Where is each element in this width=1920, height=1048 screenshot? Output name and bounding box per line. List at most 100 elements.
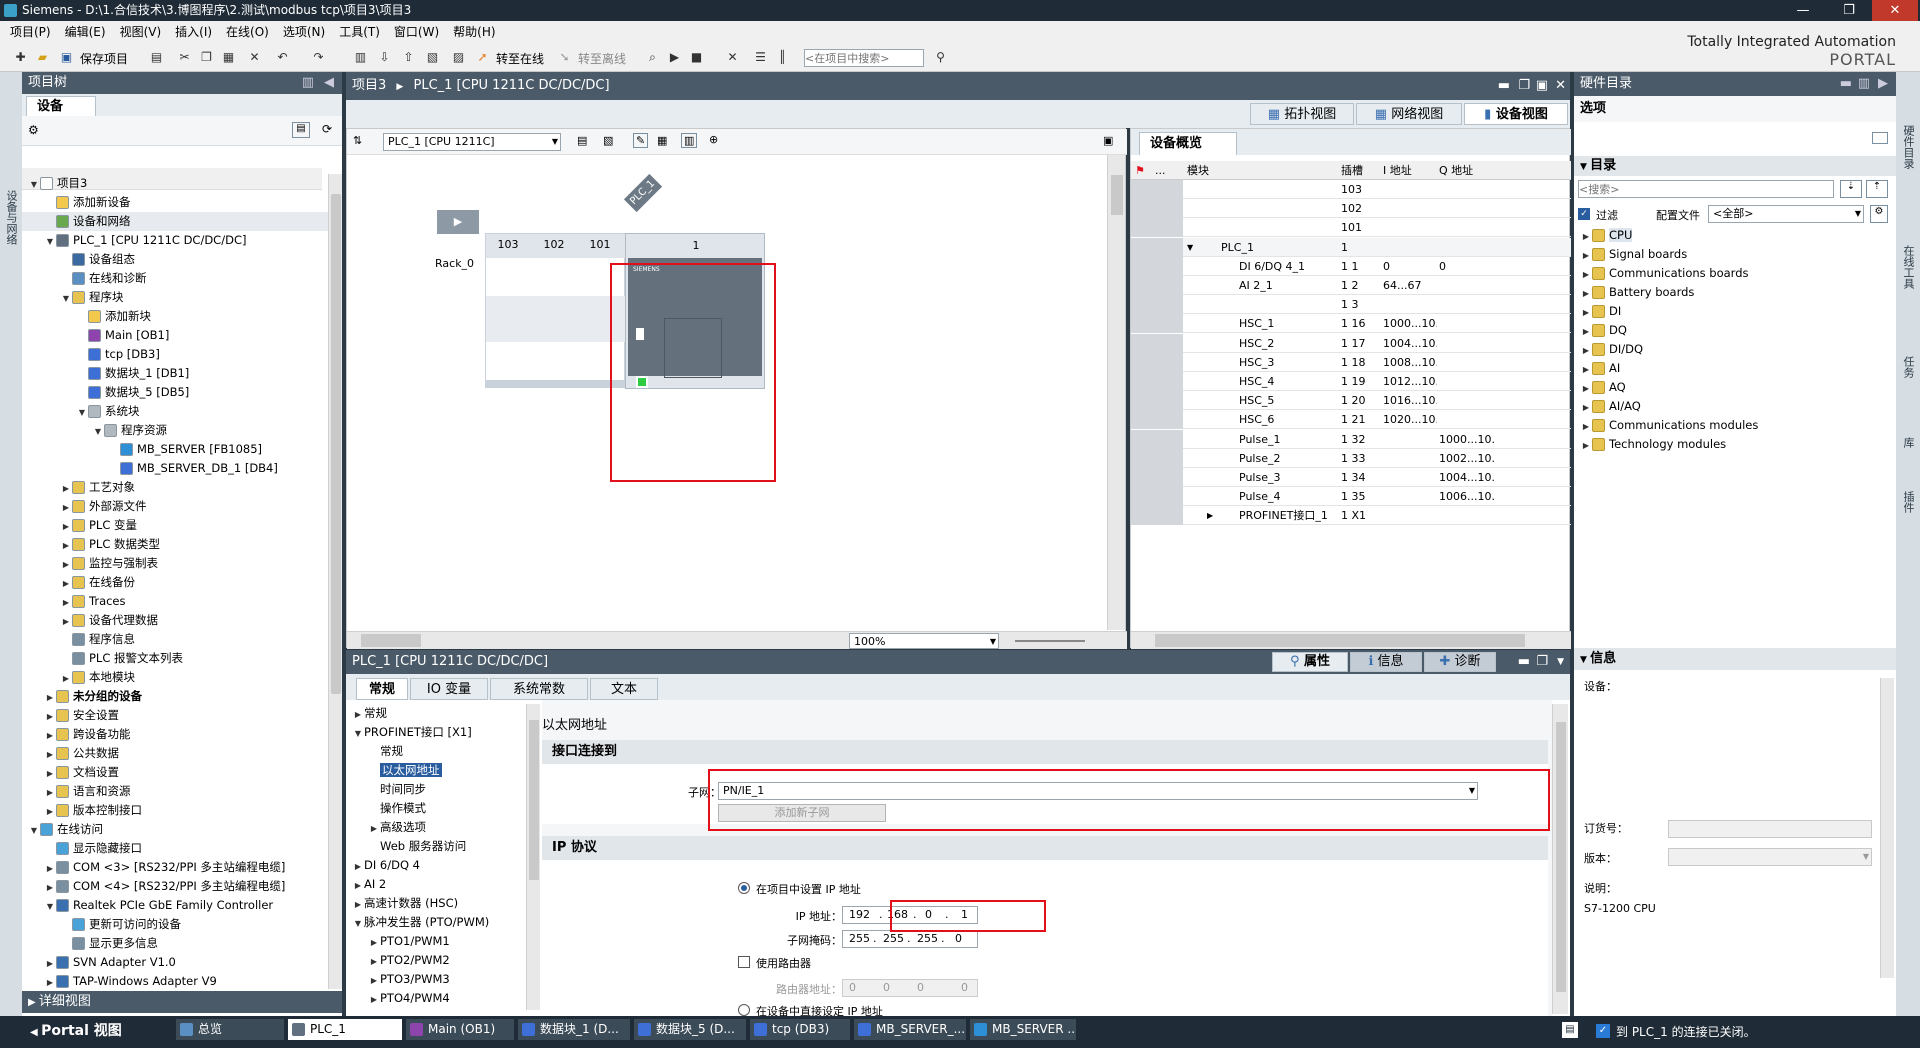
devices-networks-side-tab[interactable]: 设备与网络 [3,172,19,262]
collapsed-chevron-icon[interactable]: ▶ [368,990,380,1009]
tree-item[interactable]: ▼ 项目3 [22,174,328,193]
tree-item[interactable]: ▶ COM <3> [RS232/PPI 多主站编程电缆] [22,858,328,877]
overview-row[interactable]: AI 2_1 1 2 64...67 [1131,276,1571,295]
collapsed-chevron-icon[interactable]: ▶ [1207,506,1213,525]
overview-column-header[interactable]: 模块 [1187,161,1337,180]
cut-icon[interactable]: ✂ [176,49,193,66]
portal-view-button[interactable]: ◀ Portal 视图 [30,1020,122,1040]
props-nav-item[interactable]: ▶ PTO4/PWM4 [346,989,450,1008]
tree-item[interactable]: 显示隐藏接口 [22,839,328,858]
props-nav-item[interactable]: 操作模式 [346,799,426,818]
search-down-icon[interactable]: ⇣ [1840,180,1862,198]
tree-item[interactable]: ▼ PLC_1 [CPU 1211C DC/DC/DC] [22,231,328,250]
tree-item[interactable]: ▶ 外部源文件 [22,497,328,516]
props-collapse-icon[interactable]: ▼ [1557,650,1564,674]
props-nav-item[interactable]: ▶ 高速计数器 (HSC) [346,894,458,913]
collapsed-chevron-icon[interactable]: ▶ [44,707,56,726]
hardware-catalog-side-tab[interactable]: 硬件目录 [1900,102,1916,192]
catalog-collapse-icon[interactable]: ▶ [1878,72,1888,96]
tasks-side-tab[interactable]: 任务 [1900,332,1916,402]
breadcrumb-project[interactable]: 项目3 [352,78,386,93]
props-nav-item[interactable]: ▼ PROFINET接口 [X1] [346,723,472,742]
catalog-item[interactable]: ▶ Technology modules [1574,435,1726,454]
device-view-tab[interactable]: ▮ 设备视图 [1464,103,1568,125]
device-overview-tab[interactable]: 设备概览 [1139,132,1237,155]
collapsed-chevron-icon[interactable]: ▶ [1580,360,1592,379]
expanded-chevron-icon[interactable]: ▼ [28,821,40,840]
open-project-icon[interactable]: ▰ [34,49,51,66]
tree-item[interactable]: ▶ PLC 变量 [22,516,328,535]
tree-item[interactable]: ▼ 程序资源 [22,421,328,440]
collapsed-chevron-icon[interactable]: ▶ [1580,284,1592,303]
catalog-item[interactable]: ▶ Battery boards [1574,283,1694,302]
device-select-dropdown[interactable]: PLC_1 [CPU 1211C] ▼ [383,133,561,151]
device-properties-icon[interactable]: ▤ [577,134,587,147]
libraries-side-tab[interactable]: 库 [1900,422,1916,462]
info-panel-header[interactable]: ▼ 信息 [1574,648,1896,670]
profile-settings-icon[interactable]: ⚙ [1870,205,1888,223]
undo-icon[interactable]: ↶ [274,49,291,66]
tree-item[interactable]: PLC 报警文本列表 [22,649,328,668]
menu-tools[interactable]: 工具(T) [332,21,387,44]
editor-task-button[interactable]: 总览 [176,1019,284,1040]
overview-row[interactable]: ▶ PROFINET接口_1 1 X1 [1131,506,1571,526]
collapsed-chevron-icon[interactable]: ▶ [1580,436,1592,455]
props-nav-item[interactable]: ▶ PTO3/PWM3 [346,970,450,989]
addins-side-tab[interactable]: 插件 [1900,472,1916,532]
catalog-item[interactable]: ▶ DI/DQ [1574,340,1643,359]
status-overview-icon[interactable]: ▤ [1562,1022,1578,1038]
menu-options[interactable]: 选项(N) [276,21,332,44]
collapsed-chevron-icon[interactable]: ▶ [352,895,364,914]
collapsed-chevron-icon[interactable]: ▶ [44,745,56,764]
overview-row[interactable]: Pulse_21 331002...10... [1131,448,1571,468]
collapse-panel-icon[interactable]: ◀ [324,72,334,94]
menu-online[interactable]: 在线(O) [219,21,276,44]
props-nav-item[interactable]: ▶ PTO2/PWM2 [346,951,450,970]
expanded-chevron-icon[interactable]: ▼ [352,724,364,743]
tree-item[interactable]: ▼ 在线访问 [22,820,328,839]
collapsed-chevron-icon[interactable]: ▶ [352,876,364,895]
tree-item[interactable]: ▶ 文档设置 [22,763,328,782]
menu-insert[interactable]: 插入(I) [168,21,219,44]
collapsed-chevron-icon[interactable]: ▶ [44,954,56,973]
props-nav-item[interactable]: Web 服务器访问 [346,837,466,856]
collapsed-chevron-icon[interactable]: ▶ [60,536,72,555]
collapsed-chevron-icon[interactable]: ▶ [44,726,56,745]
paste-icon[interactable]: ▦ [220,49,237,66]
catalog-item[interactable]: ▶ DQ [1574,321,1627,340]
catalog-item[interactable]: ▶ Communications modules [1574,416,1758,435]
collapsed-chevron-icon[interactable]: ▶ [60,669,72,688]
tree-item[interactable]: ▶ 安全设置 [22,706,328,725]
tree-item[interactable]: MB_SERVER [FB1085] [22,440,328,459]
overview-row[interactable]: HSC_41 191012...10... [1131,372,1571,391]
tree-scroll-thumb[interactable] [331,194,341,694]
new-project-icon[interactable]: ✚ [12,49,29,66]
tree-item[interactable]: 在线和诊断 [22,269,328,288]
tab-texts[interactable]: 文本 [590,678,658,700]
stop-cpu-icon[interactable]: ■ [688,49,705,66]
accessible-devices-icon[interactable]: ⌕ [644,49,661,66]
collapsed-chevron-icon[interactable]: ▶ [1580,246,1592,265]
stop-sim-icon[interactable]: ▨ [450,49,467,66]
catalog-item[interactable]: ▶ AQ [1574,378,1626,397]
set-ip-direct-radio[interactable] [738,1004,750,1016]
go-online-icon[interactable]: ➚ [474,49,491,66]
table-icon[interactable]: ▥ [681,133,698,148]
slot-102-label[interactable]: 102 [531,238,577,251]
tree-item[interactable]: 设备和网络 [22,212,328,231]
info-scrollbar[interactable] [1880,678,1894,978]
info-tab[interactable]: ℹ 信息 [1350,652,1422,672]
tree-item[interactable]: 数据块_5 [DB5] [22,383,328,402]
use-router-checkbox[interactable] [738,956,750,968]
tree-item[interactable]: ▼ 程序块 [22,288,328,307]
save-icon[interactable]: ▣ [58,49,75,66]
collapsed-chevron-icon[interactable]: ▶ [44,783,56,802]
properties-tab[interactable]: ⚲ 属性 [1272,652,1348,672]
overview-row[interactable]: 103 [1131,180,1571,199]
network-view-tab[interactable]: ▦ 网络视图 [1356,103,1462,125]
tree-item[interactable]: ▶ 设备代理数据 [22,611,328,630]
editor-task-button[interactable]: Main (OB1) [406,1019,514,1040]
overview-column-header[interactable]: ... [1155,161,1183,180]
props-nav-item[interactable]: 常规 [346,742,403,761]
tree-item[interactable]: 更新可访问的设备 [22,915,328,934]
